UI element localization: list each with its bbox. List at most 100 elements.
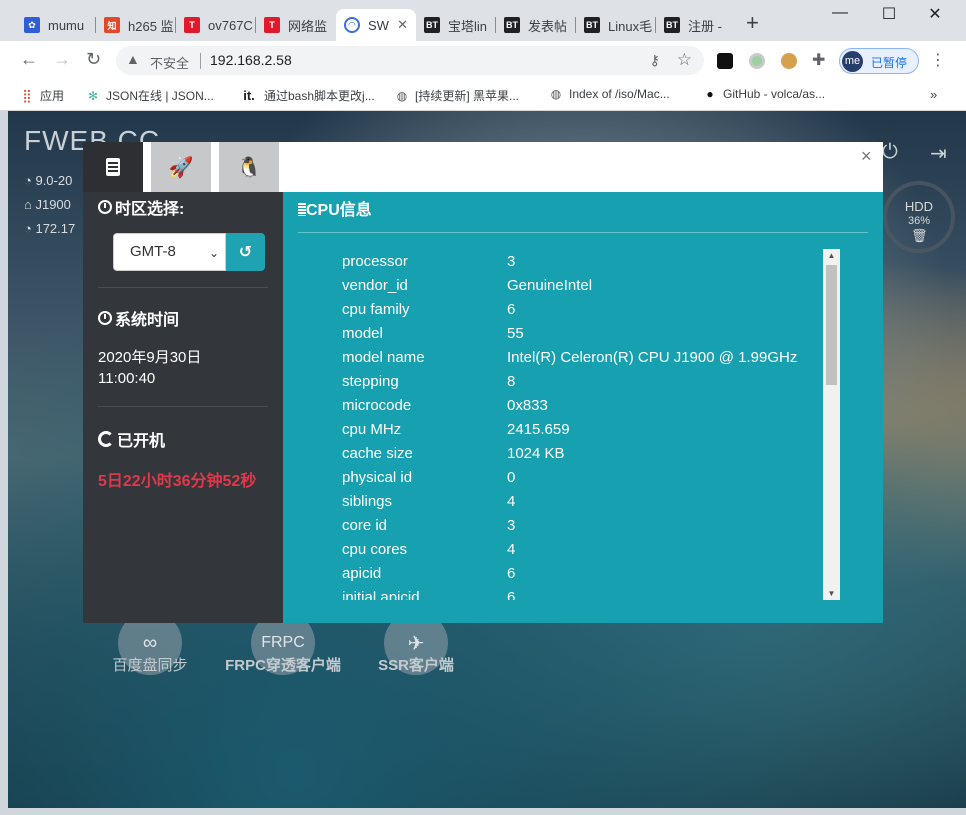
back-arrow-icon[interactable]: ←: [20, 49, 38, 70]
cpu-info-panel: CPU信息 processor 3 vendor_id GenuineIntel c…: [283, 192, 883, 623]
bookmark-label: JSON在线 | JSON...: [106, 89, 214, 103]
globe-icon: ◍: [396, 88, 408, 103]
insecure-label[interactable]: 不安全: [150, 53, 189, 72]
bookmark-label: Index of /iso/Mac...: [569, 87, 670, 101]
tab-title: 宝塔lin: [448, 18, 488, 34]
bookmark-item[interactable]: ✻ JSON在线 | JSON...: [86, 87, 214, 104]
power-icon[interactable]: ⏻: [882, 141, 898, 164]
hdd-gauge[interactable]: HDD 36% 🗑: [883, 181, 955, 253]
cpu-list-scrollbar[interactable]: ▲ ▼: [823, 249, 840, 600]
app-label[interactable]: FRPC穿透客户端: [223, 657, 343, 675]
app-label[interactable]: 百度盘同步: [90, 657, 210, 675]
forward-arrow-icon[interactable]: →: [53, 49, 71, 70]
logout-icon[interactable]: ⇥: [930, 141, 947, 166]
tab-title: 网络监: [288, 18, 328, 34]
extension-tampermonkey-icon[interactable]: [717, 53, 733, 69]
cpu-info-list[interactable]: processor 3 vendor_id GenuineIntel cpu fam…: [298, 249, 840, 600]
bookmark-item[interactable]: ◍ [持续更新] 黑苹果...: [395, 87, 519, 104]
scroll-up-icon[interactable]: ▲: [823, 251, 840, 260]
rocket-icon: 🚀: [168, 156, 194, 179]
bt-icon: BT: [424, 17, 440, 33]
tab-title: mumu: [48, 17, 85, 33]
bookmark-label: 应用: [40, 89, 65, 103]
bookmarks-bar: ⣿ 应用 ✻ JSON在线 | JSON... it. 通过bash脚本更改j.…: [0, 80, 966, 111]
system-date: 2020年9月30日: [98, 349, 202, 366]
browser-tab-active[interactable]: ◠ SW ✕: [336, 9, 416, 41]
uptime-value: 5日22小时36分钟52秒: [98, 473, 257, 490]
tab-title: 发表帖: [528, 18, 568, 34]
hdd-label: HDD: [904, 199, 934, 214]
bookmark-item[interactable]: ⣿ 应用: [20, 87, 64, 104]
extension-cookie-icon[interactable]: [781, 53, 797, 69]
profile-button[interactable]: me 已暂停: [839, 48, 919, 74]
sys-info-line: ◔ 172.17: [24, 221, 76, 236]
browser-tab[interactable]: T ov767C: [176, 9, 256, 41]
t-icon: T: [184, 17, 200, 33]
minimize-button[interactable]: —: [825, 4, 855, 22]
tab-title: 注册 -: [688, 18, 722, 34]
hdd-percent: 36%: [907, 215, 931, 227]
gauge-icon: ◠: [344, 17, 360, 33]
zhihu-icon: 知: [104, 17, 120, 33]
it-icon: it.: [243, 88, 255, 103]
window-close-button[interactable]: ✕: [920, 4, 950, 24]
tab-title: h265 监: [128, 18, 174, 34]
history-icon: ↺: [238, 244, 253, 261]
tab-linux[interactable]: 🐧: [219, 142, 279, 192]
clock-icon: [98, 200, 112, 214]
cpu-icon: [106, 158, 120, 176]
json-icon: ✻: [87, 88, 99, 103]
bookmark-item[interactable]: ● GitHub - volca/as...: [703, 87, 825, 101]
bookmark-item[interactable]: it. 通过bash脚本更改j...: [240, 87, 375, 104]
browser-menu-icon[interactable]: ⋮: [930, 50, 946, 70]
scroll-down-icon[interactable]: ▼: [823, 589, 840, 598]
tab-close-icon[interactable]: ✕: [397, 17, 408, 33]
maximize-button[interactable]: ☐: [874, 4, 904, 24]
trash-icon: 🗑: [911, 228, 928, 243]
browser-toolbar: ← → ↻ ▲ 不安全 192.168.2.58 ⚷ ☆ ✚ me 已暂停 ⋮: [0, 41, 966, 80]
browser-tab[interactable]: BT 宝塔lin: [416, 9, 496, 41]
browser-tab[interactable]: T 网络监: [256, 9, 336, 41]
bookmark-item[interactable]: ◍ Index of /iso/Mac...: [549, 87, 670, 101]
bookmarks-overflow-button[interactable]: »: [930, 87, 937, 102]
tab-title: ov767C: [208, 17, 253, 33]
tab-title: Linux毛: [608, 18, 653, 34]
uptime-heading: 已开机: [98, 427, 165, 451]
avatar: me: [842, 51, 863, 72]
modal-sidebar: 时区选择: GMT-8 ⌄ ↺ 系统时间 2020年9月30日 11:00:40…: [83, 192, 283, 623]
key-icon[interactable]: ⚷: [650, 52, 660, 69]
browser-tab[interactable]: BT 发表帖: [496, 9, 576, 41]
sys-info-line: ⌂ J1900: [24, 197, 71, 212]
modal-close-button[interactable]: ×: [861, 146, 872, 167]
timezone-refresh-button[interactable]: ↺: [226, 233, 265, 271]
browser-tab[interactable]: BT Linux毛: [576, 9, 656, 41]
t-icon: T: [264, 17, 280, 33]
address-bar[interactable]: ▲ 不安全 192.168.2.58 ⚷ ☆: [116, 46, 704, 75]
bookmark-label: 通过bash脚本更改j...: [264, 89, 375, 103]
extensions-puzzle-icon[interactable]: ✚: [812, 50, 825, 70]
chevron-down-icon: ⌄: [208, 246, 219, 260]
app-label[interactable]: SSR客户端: [356, 657, 476, 675]
apps-grid-icon: ⣿: [22, 87, 32, 103]
extension-green-dot-icon[interactable]: [749, 53, 765, 69]
linux-icon: 🐧: [236, 156, 262, 179]
tab-cpu[interactable]: [83, 142, 143, 192]
bookmark-star-icon[interactable]: ☆: [677, 50, 692, 70]
browser-tab[interactable]: ✿ mumu: [16, 9, 96, 41]
system-time-heading: 系统时间: [98, 306, 179, 330]
browser-tab[interactable]: BT 注册 -: [656, 9, 736, 41]
timezone-select[interactable]: GMT-8 ⌄: [113, 233, 226, 271]
browser-tab[interactable]: 知 h265 监: [96, 9, 176, 41]
reload-icon[interactable]: ↻: [86, 49, 101, 70]
new-tab-button[interactable]: +: [746, 12, 759, 34]
bt-icon: BT: [664, 17, 680, 33]
github-icon: ●: [706, 87, 714, 101]
system-clock: 11:00:40: [98, 370, 156, 387]
warning-triangle-icon: ▲: [126, 51, 140, 67]
tab-rocket[interactable]: 🚀: [151, 142, 211, 192]
sys-info-line: ◔ 9.0-20: [24, 173, 73, 188]
bookmark-label: GitHub - volca/as...: [723, 87, 826, 101]
url-text[interactable]: 192.168.2.58: [210, 52, 292, 68]
cpu-info-heading: CPU信息: [298, 196, 372, 220]
scrollbar-thumb[interactable]: [826, 265, 837, 385]
